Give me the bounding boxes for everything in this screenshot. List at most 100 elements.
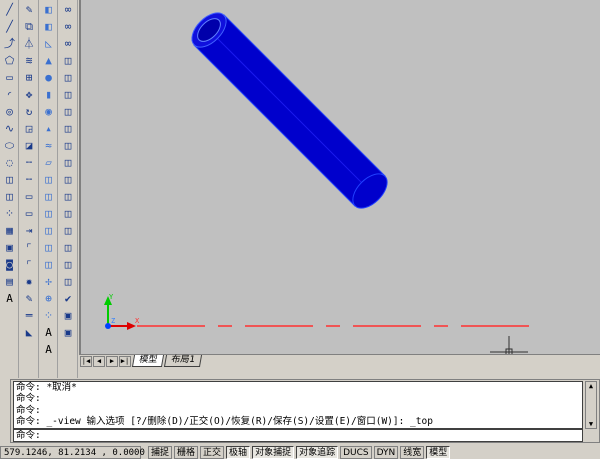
erase-icon[interactable]: ✎: [21, 1, 38, 17]
dim-style-icon[interactable]: ◣: [21, 324, 38, 340]
copy-icon[interactable]: ⧉: [21, 18, 38, 34]
arc-icon[interactable]: ◜: [1, 86, 18, 102]
tab-model[interactable]: 模型: [131, 355, 165, 367]
command-input[interactable]: 命令:: [13, 429, 583, 442]
break-icon[interactable]: ▭: [21, 205, 38, 221]
scroll-down-icon[interactable]: ▼: [589, 420, 593, 428]
text-style-icon[interactable]: A: [40, 341, 57, 357]
status-toggle-button[interactable]: 线宽: [400, 445, 425, 459]
planar-surface-icon[interactable]: ▱: [40, 154, 57, 170]
multiline-text-icon[interactable]: A: [1, 290, 18, 306]
polyline-icon[interactable]: ⤴: [1, 35, 18, 51]
cube-icon[interactable]: ◧: [40, 18, 57, 34]
move-icon[interactable]: ✥: [21, 86, 38, 102]
ellipse-arc-icon[interactable]: ◌: [1, 154, 18, 170]
next-tab-button[interactable]: ▶: [106, 355, 118, 367]
insert-block-icon[interactable]: ◫: [1, 171, 18, 187]
check-icon[interactable]: ✔: [60, 290, 77, 306]
extrude-icon[interactable]: ◫: [40, 171, 57, 187]
orbit-icon[interactable]: ⊕: [40, 290, 57, 306]
copy-faces-icon[interactable]: ◫: [60, 154, 77, 170]
status-toggle-button[interactable]: DUCS: [340, 445, 372, 459]
intersect-icon[interactable]: ∞: [60, 35, 77, 51]
make-block-icon[interactable]: ◫: [1, 188, 18, 204]
point-icon[interactable]: ⁘: [1, 205, 18, 221]
text-icon[interactable]: A: [40, 324, 57, 340]
table-icon[interactable]: ▤: [1, 273, 18, 289]
edit-icon[interactable]: ✎: [21, 290, 38, 306]
taper-faces-icon[interactable]: ◫: [60, 137, 77, 153]
ray-icon[interactable]: ╱: [1, 18, 18, 34]
array-icon[interactable]: ⊞: [21, 69, 38, 85]
offset-icon[interactable]: ≋: [21, 52, 38, 68]
mirror-icon[interactable]: ⏃: [21, 35, 38, 51]
union-icon[interactable]: ∞: [60, 1, 77, 17]
stretch-icon[interactable]: ◪: [21, 137, 38, 153]
wedge-icon[interactable]: ◺: [40, 35, 57, 51]
offset-faces-icon[interactable]: ◫: [60, 86, 77, 102]
status-toggle-button[interactable]: 模型: [426, 445, 451, 459]
tab-layout1[interactable]: 布局1: [163, 355, 202, 367]
prev-tab-button[interactable]: ◀: [93, 355, 105, 367]
last-tab-button[interactable]: ▶|: [119, 355, 131, 367]
status-toggle-button[interactable]: 极轴: [226, 445, 251, 459]
presspull-icon[interactable]: ◫: [40, 188, 57, 204]
rotate-faces-icon[interactable]: ◫: [60, 120, 77, 136]
view-icon[interactable]: ⁘: [40, 307, 57, 323]
ellipse-icon[interactable]: ⬭: [1, 137, 18, 153]
color-edges-icon[interactable]: ◫: [60, 205, 77, 221]
ucs-icon[interactable]: ✢: [40, 273, 57, 289]
join-icon[interactable]: ⇥: [21, 222, 38, 238]
circle-icon[interactable]: ◎: [1, 103, 18, 119]
scroll-up-icon[interactable]: ▲: [589, 382, 593, 390]
separate-icon[interactable]: ◫: [60, 256, 77, 272]
status-toggle-button[interactable]: 对象捕捉: [252, 445, 295, 459]
polygon-icon[interactable]: ⬠: [1, 52, 18, 68]
pyramid-icon[interactable]: ▴: [40, 120, 57, 136]
layer-previous-icon[interactable]: ▣: [60, 324, 77, 340]
drawing-viewport[interactable]: Y X Z: [79, 0, 600, 356]
break-at-point-icon[interactable]: ▭: [21, 188, 38, 204]
torus-icon[interactable]: ◉: [40, 103, 57, 119]
cone-icon[interactable]: ▲: [40, 52, 57, 68]
first-tab-button[interactable]: |◀: [80, 355, 92, 367]
shell-icon[interactable]: ◫: [60, 273, 77, 289]
status-toggle-button[interactable]: 对象追踪: [296, 445, 339, 459]
subtract-icon[interactable]: ∞: [60, 18, 77, 34]
imprint-icon[interactable]: ◫: [60, 222, 77, 238]
hatch-icon[interactable]: ▦: [1, 222, 18, 238]
clean-icon[interactable]: ◫: [60, 239, 77, 255]
line-icon[interactable]: ╱: [1, 1, 18, 17]
slice-icon[interactable]: ◫: [40, 256, 57, 272]
explode-icon[interactable]: ✹: [21, 273, 38, 289]
dimension-icon[interactable]: ═: [21, 307, 38, 323]
revolve-icon[interactable]: ◫: [40, 222, 57, 238]
extend-icon[interactable]: ╌: [21, 171, 38, 187]
layers-icon[interactable]: ▣: [60, 307, 77, 323]
cylinder-3d[interactable]: [186, 7, 394, 215]
status-toggle-button[interactable]: 栅格: [174, 445, 199, 459]
trim-icon[interactable]: ╌: [21, 154, 38, 170]
rotate-icon[interactable]: ↻: [21, 103, 38, 119]
extrude-faces-icon[interactable]: ◫: [60, 52, 77, 68]
copy-edges-icon[interactable]: ◫: [60, 188, 77, 204]
sweep-icon[interactable]: ◫: [40, 205, 57, 221]
command-scrollbar[interactable]: ▲ ▼: [585, 381, 597, 429]
gradient-icon[interactable]: ▣: [1, 239, 18, 255]
delete-faces-icon[interactable]: ◫: [60, 103, 77, 119]
rectangle-icon[interactable]: ▭: [1, 69, 18, 85]
scale-icon[interactable]: ◲: [21, 120, 38, 136]
status-toggle-button[interactable]: 正交: [200, 445, 225, 459]
fillet-icon[interactable]: ⌜: [21, 256, 38, 272]
cylinder-icon[interactable]: ▮: [40, 86, 57, 102]
box-icon[interactable]: ◧: [40, 1, 57, 17]
status-toggle-button[interactable]: 捕捉: [148, 445, 173, 459]
color-faces-icon[interactable]: ◫: [60, 171, 77, 187]
helix-icon[interactable]: ≈: [40, 137, 57, 153]
chamfer-icon[interactable]: ⌜: [21, 239, 38, 255]
move-faces-icon[interactable]: ◫: [60, 69, 77, 85]
status-toggle-button[interactable]: DYN: [373, 445, 399, 459]
sphere-icon[interactable]: ●: [40, 69, 57, 85]
spline-icon[interactable]: ∿: [1, 120, 18, 136]
loft-icon[interactable]: ◫: [40, 239, 57, 255]
